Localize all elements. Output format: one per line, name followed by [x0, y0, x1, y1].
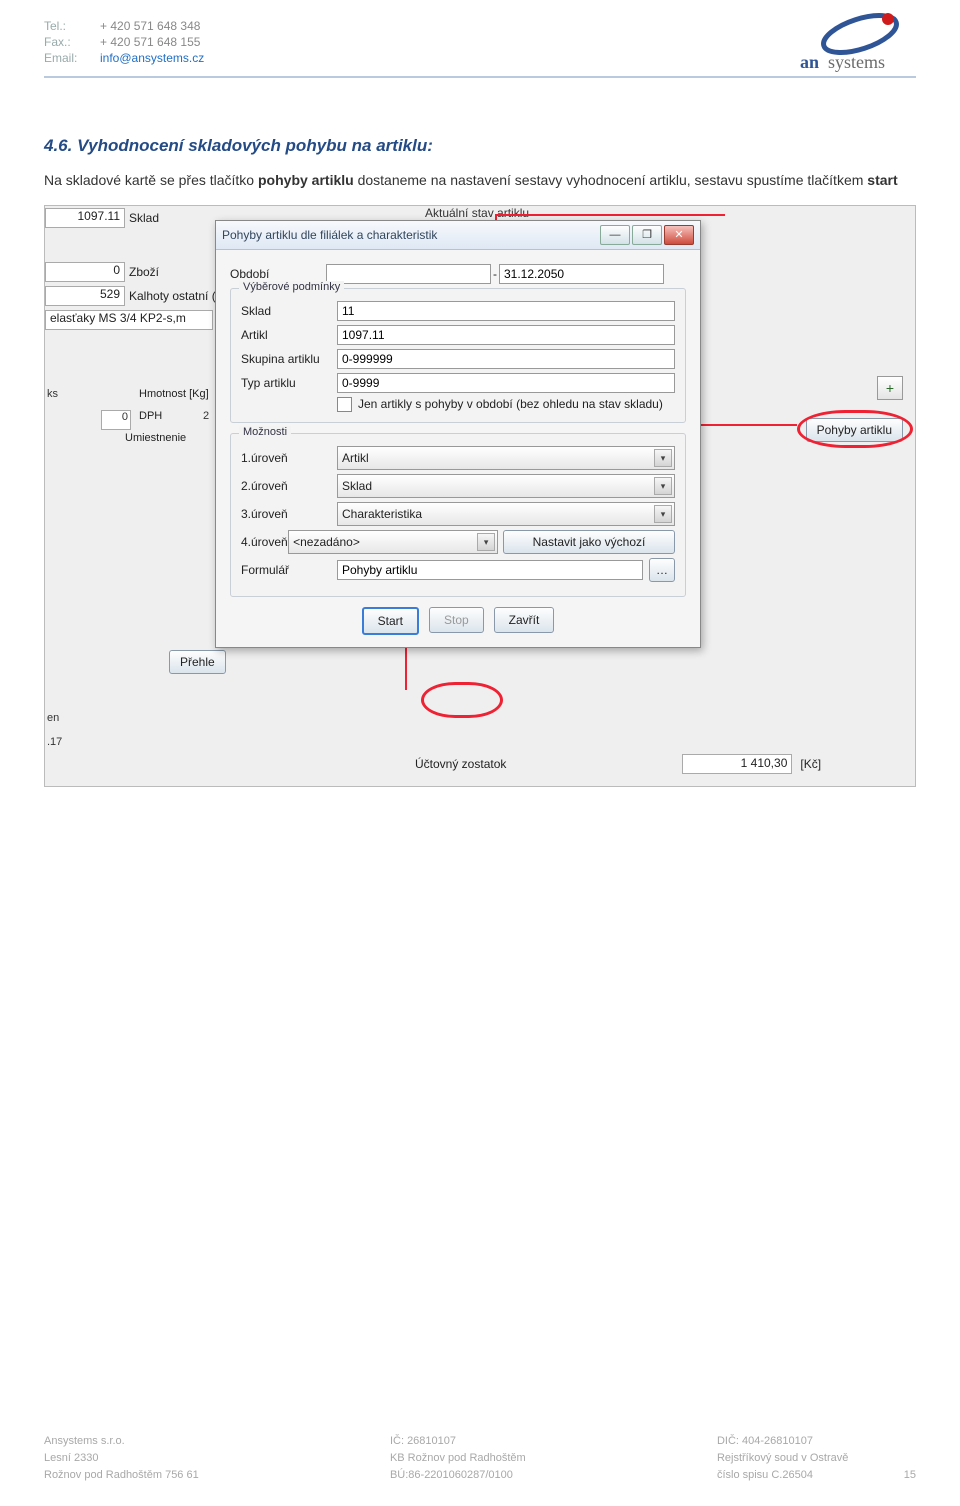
value-dph: 2: [203, 410, 209, 422]
label-u2: 2.úroveň: [241, 479, 337, 493]
footer-company: Ansystems s.r.o.: [44, 1433, 199, 1450]
field-popis: elasťaky MS 3/4 KP2-s,m: [45, 310, 213, 330]
section-paragraph: Na skladové kartě se přes tlačítko pohyb…: [44, 170, 916, 191]
checkbox-jen-artikly[interactable]: [337, 397, 352, 412]
footer-ic: IČ: 26810107: [390, 1433, 526, 1450]
label-zbozi: Zboží: [129, 265, 159, 279]
svg-text:systems: systems: [828, 52, 885, 72]
fax-value: + 420 571 648 155: [100, 34, 210, 50]
input-obdobi-from[interactable]: [326, 264, 491, 284]
footer-street: Lesní 2330: [44, 1450, 199, 1467]
field-zbozi: 0: [45, 262, 125, 282]
dialog-pohyby: Pohyby artiklu dle filiálek a charakteri…: [215, 220, 701, 648]
page-footer: Ansystems s.r.o. Lesní 2330 Rožnov pod R…: [44, 1433, 916, 1484]
prehle-button[interactable]: Přehle: [169, 650, 226, 674]
label-sklad2: Sklad: [241, 304, 337, 318]
highlight-oval-start: [421, 682, 503, 718]
app-screenshot: 1097.11 Sklad 0 Zboží 529 Kalhoty ostatní (…: [44, 205, 916, 787]
footer-dic: DIČ: 404-26810107: [717, 1433, 916, 1450]
dialog-title: Pohyby artiklu dle filiálek a charakteri…: [222, 228, 437, 242]
field-zero: 0: [101, 410, 131, 430]
label-kalhoty: Kalhoty ostatní (g: [129, 289, 222, 303]
field-artikl-code: 1097.11: [45, 208, 125, 228]
label-u1: 1.úroveň: [241, 451, 337, 465]
footer-account: BÚ:86-2201060287/0100: [390, 1467, 526, 1484]
label-sklad: Sklad: [129, 211, 159, 225]
label-hmotnost: Hmotnost [Kg]: [139, 388, 209, 400]
input-sklad[interactable]: [337, 301, 675, 321]
window-close-button[interactable]: ✕: [664, 225, 694, 245]
annotation-line-1b: [495, 214, 725, 216]
label-obdobi: Období: [230, 267, 326, 281]
label-ks: ks: [47, 388, 58, 400]
email-link[interactable]: info@ansystems.cz: [100, 51, 204, 65]
input-artikl[interactable]: [337, 325, 675, 345]
email-label: Email:: [44, 50, 100, 66]
select-u4[interactable]: <nezadáno>▾: [288, 530, 498, 554]
ansystems-logo: an systems: [740, 10, 920, 76]
input-obdobi-to[interactable]: [499, 264, 664, 284]
unit-kc: [Kč]: [800, 757, 821, 771]
set-default-button[interactable]: Nastavit jako výchozí: [503, 530, 675, 554]
tel-label: Tel.:: [44, 18, 100, 34]
field-skupina: 529: [45, 286, 125, 306]
fax-label: Fax.:: [44, 34, 100, 50]
label-artikl2: Artikl: [241, 328, 337, 342]
group-moznosti: Možnosti: [239, 426, 291, 438]
chevron-down-icon: ▾: [654, 477, 672, 495]
separator: -: [491, 267, 499, 281]
select-u1[interactable]: Artikl▾: [337, 446, 675, 470]
footer-city: Rožnov pod Radhoštěm 756 61: [44, 1467, 199, 1484]
footer-bank: KB Rožnov pod Radhoštěm: [390, 1450, 526, 1467]
letterhead: Tel.: + 420 571 648 348 Fax.: + 420 571 …: [44, 18, 916, 78]
select-u2[interactable]: Sklad▾: [337, 474, 675, 498]
footer-court: Rejstříkový soud v Ostravě: [717, 1450, 916, 1467]
pohyby-artiklu-button[interactable]: Pohyby artiklu: [806, 418, 903, 442]
frag-en: en: [47, 712, 59, 724]
input-typ[interactable]: [337, 373, 675, 393]
label-u3: 3.úroveň: [241, 507, 337, 521]
label-checkbox: Jen artikly s pohyby v období (bez ohled…: [358, 397, 663, 411]
start-button[interactable]: Start: [362, 607, 419, 635]
frag-17: .17: [47, 736, 62, 748]
window-minimize-button[interactable]: —: [600, 225, 630, 245]
value-zostatok: 1 410,30: [682, 754, 792, 774]
label-zostatok: Účtovný zostatok: [415, 757, 506, 771]
label-aktualni-stav: Aktuální stav artiklu: [425, 206, 529, 220]
stop-button[interactable]: Stop: [429, 607, 484, 633]
chevron-down-icon: ▾: [477, 533, 495, 551]
svg-text:an: an: [800, 52, 819, 72]
label-dph: DPH: [139, 410, 162, 422]
window-maximize-button[interactable]: ❐: [632, 225, 662, 245]
annotation-line-3: [697, 424, 797, 426]
close-button[interactable]: Zavřít: [494, 607, 555, 633]
label-umiestnenie: Umiestnenie: [125, 432, 186, 444]
select-u3[interactable]: Charakteristika▾: [337, 502, 675, 526]
browse-button[interactable]: …: [649, 558, 675, 582]
section-heading: 4.6. Vyhodnocení skladových pohybu na ar…: [44, 136, 916, 156]
add-button[interactable]: +: [877, 376, 903, 400]
chevron-down-icon: ▾: [654, 505, 672, 523]
page-number: 15: [816, 1467, 916, 1484]
label-u4: 4.úroveň: [241, 535, 288, 549]
input-formular[interactable]: [337, 560, 643, 580]
label-skupina2: Skupina artiklu: [241, 352, 337, 366]
input-skupina[interactable]: [337, 349, 675, 369]
label-typ: Typ artiklu: [241, 376, 337, 390]
chevron-down-icon: ▾: [654, 449, 672, 467]
label-formular: Formulář: [241, 563, 337, 577]
tel-value: + 420 571 648 348: [100, 18, 210, 34]
footer-spis: číslo spisu C.26504: [717, 1469, 813, 1481]
group-vyberove: Výběrové podmínky: [239, 281, 344, 293]
